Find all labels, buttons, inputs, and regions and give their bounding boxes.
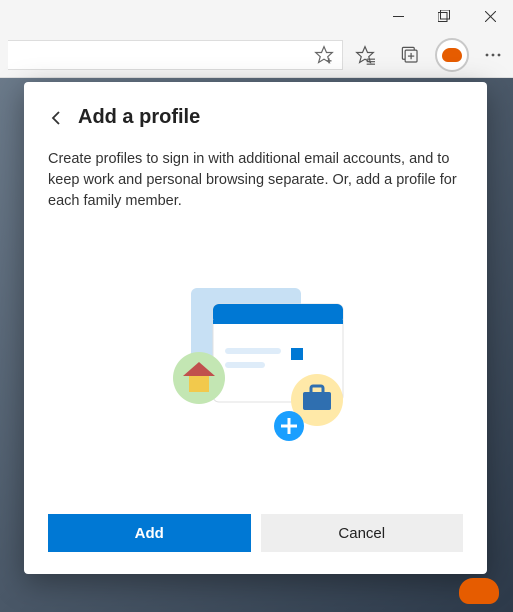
collections-icon[interactable]	[387, 32, 431, 78]
add-button[interactable]: Add	[48, 514, 251, 552]
profile-button[interactable]	[435, 38, 469, 72]
add-profile-popup: Add a profile Create profiles to sign in…	[24, 82, 487, 574]
cancel-button[interactable]: Cancel	[261, 514, 464, 552]
back-button[interactable]	[48, 110, 64, 126]
close-button[interactable]	[467, 0, 513, 32]
address-bar[interactable]	[8, 40, 343, 70]
maximize-button[interactable]	[421, 0, 467, 32]
minimize-button[interactable]	[375, 0, 421, 32]
profile-illustration	[48, 212, 463, 514]
favorite-star-add-icon[interactable]	[314, 45, 334, 65]
popup-description: Create profiles to sign in with addition…	[48, 149, 463, 212]
more-icon[interactable]	[473, 32, 513, 78]
browser-toolbar	[0, 32, 513, 78]
cloud-icon	[442, 48, 462, 62]
window-titlebar	[0, 0, 513, 32]
popup-title: Add a profile	[78, 106, 200, 129]
favorites-list-icon[interactable]	[343, 32, 387, 78]
corner-badge-icon	[459, 578, 499, 604]
